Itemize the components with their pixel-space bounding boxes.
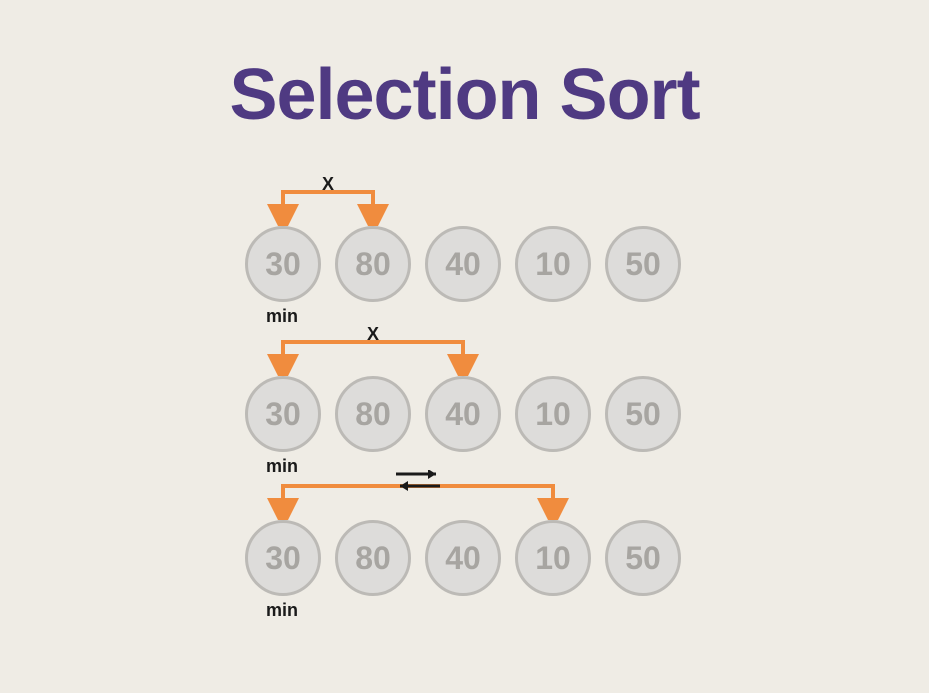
ball: 50 xyxy=(605,226,681,302)
min-label-3: min xyxy=(266,600,298,621)
stage-3-arrowbox xyxy=(245,470,745,520)
stage-1: X 30 80 40 10 50 min xyxy=(245,176,745,302)
stage-1-balls: 30 80 40 10 50 xyxy=(245,226,745,302)
ball: 10 xyxy=(515,376,591,452)
stage-2-arrowbox: X xyxy=(245,326,745,376)
ball: 30 xyxy=(245,226,321,302)
compare-arrow-1: X xyxy=(245,176,745,226)
ball: 40 xyxy=(425,520,501,596)
ball: 40 xyxy=(425,226,501,302)
ball: 50 xyxy=(605,520,681,596)
ball: 30 xyxy=(245,376,321,452)
no-swap-icon: X xyxy=(367,326,379,344)
no-swap-icon: X xyxy=(322,176,334,194)
ball: 80 xyxy=(335,226,411,302)
compare-arrow-3 xyxy=(245,470,745,520)
ball: 80 xyxy=(335,520,411,596)
ball: 30 xyxy=(245,520,321,596)
ball: 10 xyxy=(515,520,591,596)
stage-1-arrowbox: X xyxy=(245,176,745,226)
ball: 80 xyxy=(335,376,411,452)
ball: 10 xyxy=(515,226,591,302)
min-label-1: min xyxy=(266,306,298,327)
stage-3: 30 80 40 10 50 min xyxy=(245,470,745,596)
ball: 50 xyxy=(605,376,681,452)
stage-2: X 30 80 40 10 50 min xyxy=(245,326,745,452)
page-title: Selection Sort xyxy=(0,54,929,136)
stage-2-balls: 30 80 40 10 50 xyxy=(245,376,745,452)
ball: 40 xyxy=(425,376,501,452)
stage-3-balls: 30 80 40 10 50 xyxy=(245,520,745,596)
compare-arrow-2: X xyxy=(245,326,745,376)
